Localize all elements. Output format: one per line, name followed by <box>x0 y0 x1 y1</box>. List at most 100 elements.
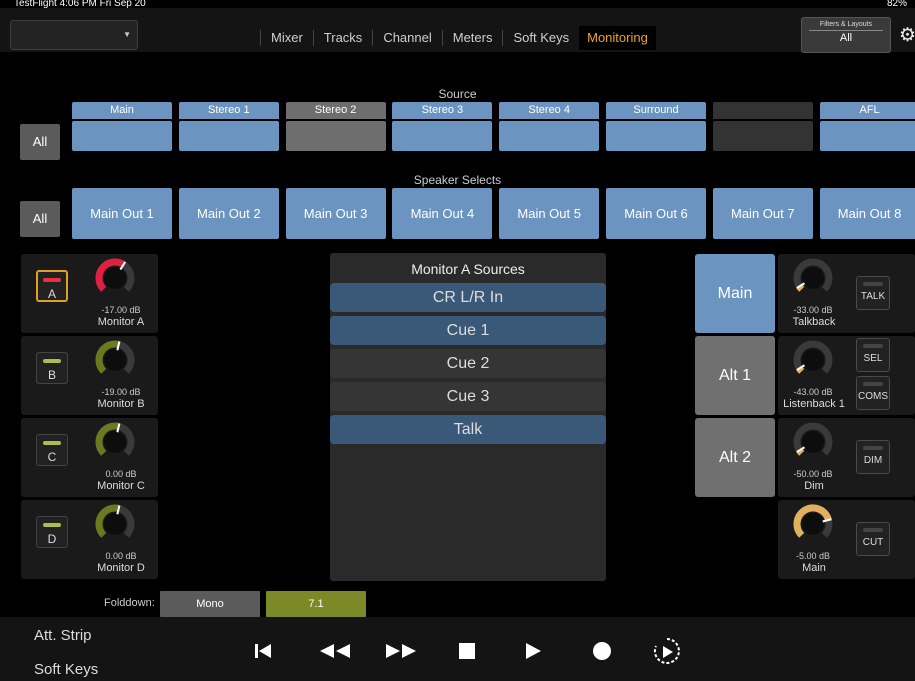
led-indicator <box>43 523 61 527</box>
speaker-select-main-out-2[interactable]: Main Out 2 <box>178 188 279 239</box>
record-icon[interactable] <box>592 641 612 661</box>
knob-icon[interactable] <box>94 257 136 299</box>
folddown-mono-button[interactable]: Mono <box>160 591 260 617</box>
speaker-select-main-out-4[interactable]: Main Out 4 <box>392 188 493 239</box>
source-button-stereo-3[interactable]: Stereo 3 <box>392 102 493 151</box>
monitor-knob[interactable] <box>94 503 136 545</box>
control-level-readout: -50.00 dB <box>793 469 833 479</box>
speaker-all-button[interactable]: All <box>20 201 60 237</box>
knob-icon[interactable] <box>792 503 834 545</box>
monitor-letter: A <box>47 287 56 301</box>
knob-icon[interactable] <box>792 421 834 463</box>
button-label: TALK <box>860 291 886 302</box>
source-box <box>499 121 600 151</box>
control-knob[interactable] <box>792 339 834 381</box>
cut-button[interactable]: CUT <box>856 522 890 556</box>
monitor-select-button-a[interactable]: A <box>36 270 68 302</box>
session-dropdown[interactable]: ▼ <box>10 20 138 50</box>
coms-button[interactable]: COMS <box>856 376 890 410</box>
stop-icon[interactable] <box>458 642 476 660</box>
monitor-select-button-c[interactable]: C <box>36 434 68 466</box>
output-button-main[interactable]: Main <box>695 254 775 333</box>
tab-meters[interactable]: Meters <box>443 26 503 50</box>
button-label: SEL <box>863 353 883 364</box>
monitor-source-cue-1[interactable]: Cue 1 <box>330 316 606 345</box>
source-button-afl[interactable]: AFL <box>819 102 915 151</box>
source-label: Stereo 3 <box>392 102 493 119</box>
monitor-knob[interactable] <box>94 257 136 299</box>
speaker-select-main-out-1[interactable]: Main Out 1 <box>72 188 172 239</box>
gear-icon[interactable]: ⚙ <box>899 26 915 46</box>
folddown-7-1-button[interactable]: 7.1 <box>266 591 366 617</box>
source-all-button[interactable]: All <box>20 124 60 160</box>
source-button-stereo-2[interactable]: Stereo 2 <box>285 102 386 151</box>
monitor-letter: B <box>47 368 56 382</box>
sel-button[interactable]: SEL <box>856 338 890 372</box>
monitor-source-cue-2[interactable]: Cue 2 <box>330 349 606 378</box>
control-strip-talkback: -33.00 dB Talkback TALK <box>778 254 915 333</box>
speaker-select-main-out-5[interactable]: Main Out 5 <box>499 188 600 239</box>
fast-forward-icon[interactable] <box>384 641 418 661</box>
control-name: Main <box>802 562 826 574</box>
monitor-select-button-d[interactable]: D <box>36 516 68 548</box>
tab-soft-keys[interactable]: Soft Keys <box>503 26 579 50</box>
tab-tracks[interactable]: Tracks <box>314 26 373 50</box>
source-button-empty-6[interactable] <box>712 102 813 151</box>
control-knob[interactable] <box>792 503 834 545</box>
monitor-knob[interactable] <box>94 421 136 463</box>
monitor-source-cue-3[interactable]: Cue 3 <box>330 382 606 411</box>
status-left: TestFlight 4:06 PM Fri Sep 20 <box>14 0 146 8</box>
speaker-select-main-out-3[interactable]: Main Out 3 <box>285 188 386 239</box>
loop-play-icon[interactable] <box>650 635 684 667</box>
monitor-select-button-b[interactable]: B <box>36 352 68 384</box>
dim-button[interactable]: DIM <box>856 440 890 474</box>
control-knob[interactable] <box>792 421 834 463</box>
monitor-letter: C <box>47 450 57 464</box>
output-button-alt-1[interactable]: Alt 1 <box>695 336 775 415</box>
tab-mixer[interactable]: Mixer <box>261 26 313 50</box>
monitor-name: Monitor D <box>97 562 145 574</box>
monitor-knob[interactable] <box>94 339 136 381</box>
monitor-source-talk[interactable]: Talk <box>330 415 606 444</box>
bottom-bar: Att. Strip Soft Keys <box>0 617 915 681</box>
speaker-select-main-out-8[interactable]: Main Out 8 <box>819 188 915 239</box>
knob-icon[interactable] <box>94 339 136 381</box>
source-button-stereo-1[interactable]: Stereo 1 <box>178 102 279 151</box>
status-bar: TestFlight 4:06 PM Fri Sep 20 82% <box>0 0 915 8</box>
filters-layouts-button[interactable]: Filters & Layouts All <box>801 17 891 53</box>
talk-button[interactable]: TALK <box>856 276 890 310</box>
output-button-alt-2[interactable]: Alt 2 <box>695 418 775 497</box>
att-strip-button[interactable]: Att. Strip <box>34 627 92 644</box>
battery-status: 82% <box>886 0 907 8</box>
led-indicator <box>43 278 61 282</box>
speaker-select-main-out-6[interactable]: Main Out 6 <box>606 188 706 239</box>
source-label <box>712 102 813 119</box>
top-bar: ▼ Mixer Tracks Channel Meters Soft Keys … <box>0 8 915 53</box>
led-indicator <box>863 282 883 286</box>
knob-icon[interactable] <box>94 421 136 463</box>
source-box <box>819 121 915 151</box>
play-icon[interactable] <box>524 641 542 661</box>
source-box <box>392 121 493 151</box>
button-label: COMS <box>858 391 888 402</box>
knob-icon[interactable] <box>792 257 834 299</box>
knob-icon[interactable] <box>94 503 136 545</box>
source-button-surround[interactable]: Surround <box>606 102 706 151</box>
monitor-source-cr-l-r-in[interactable]: CR L/R In <box>330 283 606 312</box>
led-indicator <box>43 441 61 445</box>
tab-channel[interactable]: Channel <box>373 26 441 50</box>
source-button-main[interactable]: Main <box>72 102 172 151</box>
source-button-stereo-4[interactable]: Stereo 4 <box>499 102 600 151</box>
tab-monitoring[interactable]: Monitoring <box>579 26 656 50</box>
speaker-select-main-out-7[interactable]: Main Out 7 <box>712 188 813 239</box>
knob-icon[interactable] <box>792 339 834 381</box>
control-name: Listenback 1 <box>783 398 845 410</box>
filters-title: Filters & Layouts <box>819 21 873 28</box>
soft-keys-button[interactable]: Soft Keys <box>34 661 98 678</box>
source-label: Main <box>72 102 172 119</box>
rewind-icon[interactable] <box>318 641 352 661</box>
control-knob[interactable] <box>792 257 834 299</box>
skip-to-start-icon[interactable] <box>253 641 273 661</box>
monitor-name: Monitor A <box>97 316 145 328</box>
monitor-sources-panel: Monitor A Sources CR L/R In Cue 1 Cue 2 Cue… <box>330 253 606 581</box>
